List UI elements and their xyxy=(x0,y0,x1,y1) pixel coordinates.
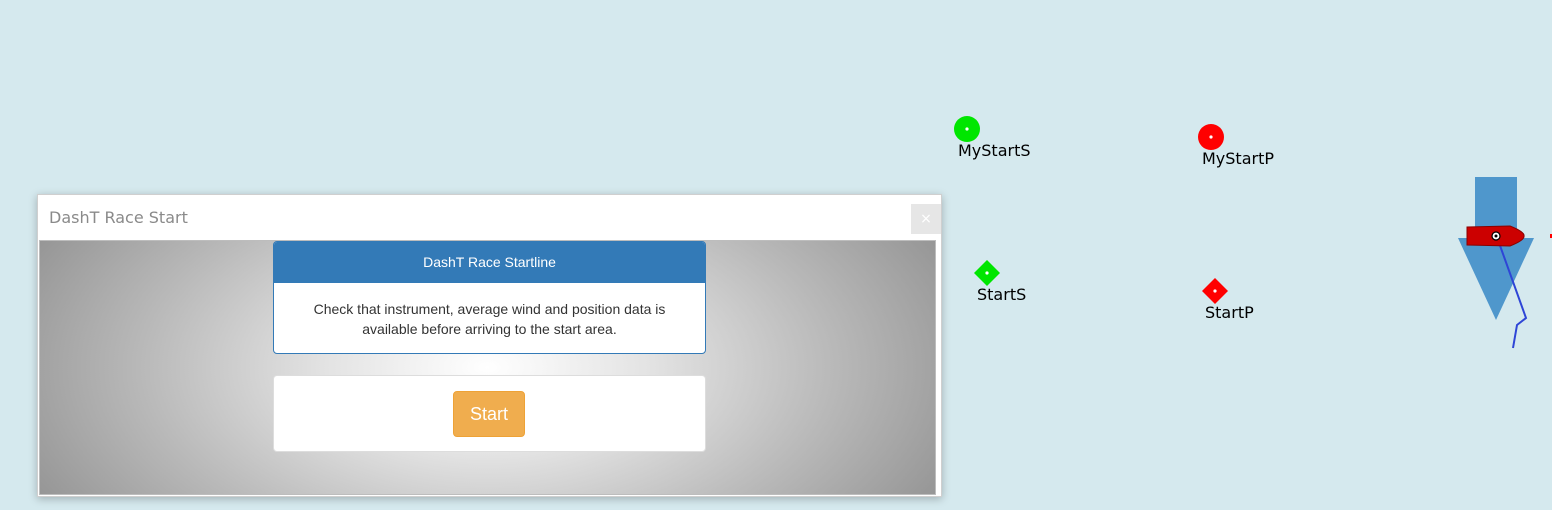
my-start-p-mark-icon[interactable] xyxy=(1197,123,1225,151)
start-p-mark-icon[interactable] xyxy=(1200,276,1230,306)
dialog-title: DashT Race Start xyxy=(49,208,188,227)
start-p-label: StartP xyxy=(1205,303,1254,322)
start-card: Start xyxy=(273,375,706,452)
race-start-dialog: DashT Race Start × DashT Race Startline … xyxy=(37,194,942,497)
my-start-s-mark-icon[interactable] xyxy=(953,115,981,143)
own-boat-icon xyxy=(1458,177,1552,349)
startline-info-card: DashT Race Startline Check that instrume… xyxy=(273,241,706,354)
dialog-body: DashT Race Startline Check that instrume… xyxy=(39,240,936,495)
my-start-s-label: MyStartS xyxy=(958,141,1031,160)
start-s-label: StartS xyxy=(977,285,1027,304)
my-start-p-label: MyStartP xyxy=(1202,149,1275,168)
start-s-mark-icon[interactable] xyxy=(972,258,1002,288)
start-button[interactable]: Start xyxy=(453,391,525,437)
info-card-text: Check that instrument, average wind and … xyxy=(313,301,666,337)
close-button[interactable]: × xyxy=(911,204,941,234)
info-card-header: DashT Race Startline xyxy=(274,242,705,283)
dialog-titlebar[interactable]: DashT Race Start × xyxy=(38,195,941,240)
